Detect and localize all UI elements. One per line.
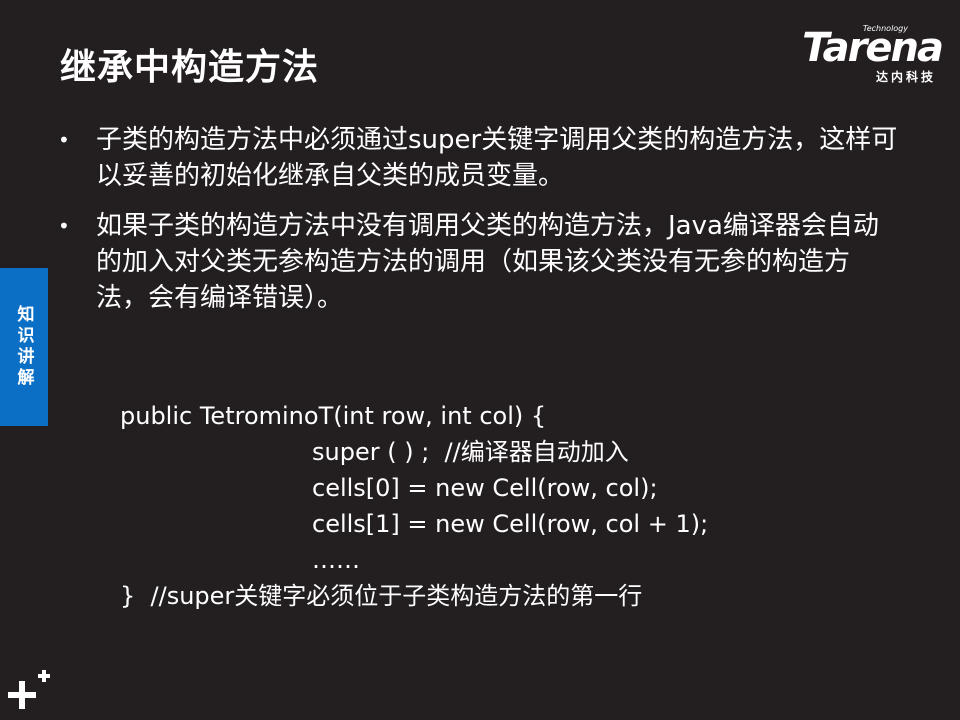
code-block: public TetrominoT(int row, int col) { su… bbox=[120, 398, 708, 614]
logo-wordmark: Tarena bbox=[802, 25, 944, 71]
bullet-dot-icon: • bbox=[58, 128, 70, 152]
code-line: cells[0] = new Cell(row, col); bbox=[312, 474, 658, 502]
code-line: cells[1] = new Cell(row, col + 1); bbox=[312, 510, 709, 538]
code-line: …… bbox=[312, 546, 360, 574]
side-tab-label: 知识讲解 bbox=[13, 305, 34, 389]
bullet-item: • 如果子类的构造方法中没有调用父类的构造方法，Java编译器会自动的加入对父类… bbox=[58, 208, 898, 316]
bullet-list: • 子类的构造方法中必须通过super关键字调用父类的构造方法，这样可以妥善的初… bbox=[58, 122, 898, 330]
slide-title: 继承中构造方法 bbox=[60, 47, 320, 88]
plus-icon bbox=[8, 670, 50, 709]
bullet-text: 如果子类的构造方法中没有调用父类的构造方法，Java编译器会自动的加入对父类无参… bbox=[96, 211, 879, 313]
code-line: } //super关键字必须位于子类构造方法的第一行 bbox=[120, 582, 643, 610]
bullet-text: 子类的构造方法中必须通过super关键字调用父类的构造方法，这样可以妥善的初始化… bbox=[96, 125, 898, 191]
bullet-dot-icon: • bbox=[58, 214, 70, 238]
logo-subtitle: 达内科技 bbox=[875, 70, 936, 84]
bullet-item: • 子类的构造方法中必须通过super关键字调用父类的构造方法，这样可以妥善的初… bbox=[58, 122, 898, 194]
code-line: public TetrominoT(int row, int col) { bbox=[120, 402, 547, 430]
tarena-logo: Technology Tarena 达内科技 bbox=[774, 20, 944, 84]
side-tab: 知识讲解 bbox=[0, 268, 48, 426]
code-line: super ( ) ; //编译器自动加入 bbox=[312, 438, 629, 466]
